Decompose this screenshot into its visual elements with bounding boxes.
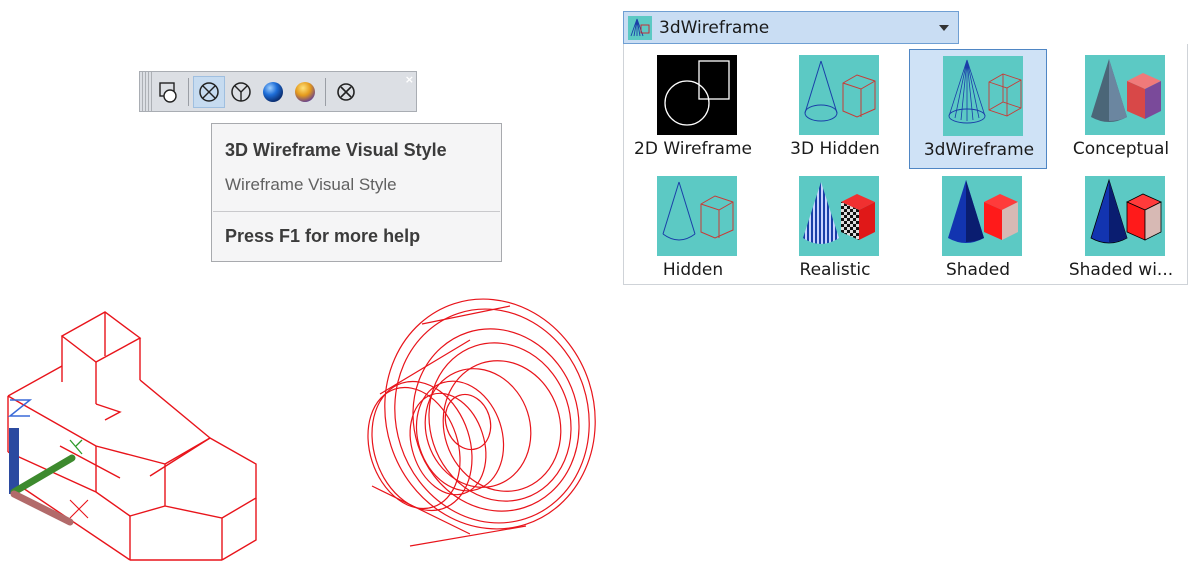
- tooltip-description: Wireframe Visual Style: [225, 175, 397, 194]
- visual-style-dropdown[interactable]: 3dWireframe: [623, 11, 959, 44]
- tooltip-help-text: Press F1 for more help: [225, 226, 421, 246]
- gallery-item-hidden[interactable]: Hidden: [624, 170, 762, 290]
- gallery-item-realistic[interactable]: Realistic: [766, 170, 904, 290]
- gallery-item-3d-hidden[interactable]: 3D Hidden: [766, 49, 904, 169]
- gallery-item-shaded[interactable]: Shaded: [909, 170, 1047, 290]
- 3dwireframe-thumbnail-icon: [943, 56, 1023, 136]
- dropdown-selected-value: 3dWireframe: [659, 18, 770, 38]
- toolbar-grip[interactable]: [142, 72, 152, 111]
- shaded-thumbnail-icon: [942, 176, 1022, 256]
- 3d-wireframe-button[interactable]: [193, 75, 225, 108]
- wireframe-block-drawing: [7, 311, 257, 561]
- gallery-item-label: 3D Hidden: [790, 139, 880, 159]
- 3d-wireframe-icon: [199, 81, 219, 102]
- gallery-item-label: Shaded: [945, 260, 1011, 280]
- gallery-item-2d-wireframe[interactable]: 2D Wireframe: [624, 49, 762, 169]
- realistic-sphere-icon: [263, 81, 283, 102]
- 3d-hidden-thumbnail-icon: [799, 55, 879, 135]
- shaded-with-edges-thumbnail-icon: [1085, 176, 1165, 256]
- gallery-item-label: 2D Wireframe: [634, 139, 752, 159]
- 2d-wireframe-icon: [159, 81, 177, 103]
- gallery-item-label: Conceptual: [1072, 139, 1170, 159]
- 3dwireframe-icon: [628, 16, 652, 40]
- toolbar-separator: [325, 77, 326, 106]
- conceptual-button[interactable]: [289, 76, 321, 108]
- realistic-button[interactable]: [257, 76, 289, 108]
- 3d-hidden-button[interactable]: [225, 76, 257, 108]
- conceptual-thumbnail-icon: [1085, 55, 1165, 135]
- conceptual-sphere-icon: [295, 81, 315, 102]
- tooltip: 3D Wireframe Visual Style Wireframe Visu…: [211, 123, 502, 262]
- tooltip-divider: [213, 211, 500, 212]
- gallery-item-shaded-with-edges[interactable]: Shaded wi...: [1052, 170, 1190, 290]
- hidden-thumbnail-icon: [657, 176, 737, 256]
- 2d-wireframe-button[interactable]: [152, 76, 184, 108]
- gallery-item-conceptual[interactable]: Conceptual: [1052, 49, 1190, 169]
- 2d-wireframe-thumbnail-icon: [657, 55, 737, 135]
- gallery-item-label: Shaded wi...: [1068, 260, 1174, 280]
- chevron-down-icon[interactable]: [939, 25, 949, 31]
- toolbar-separator: [188, 77, 189, 106]
- gallery-item-label: Realistic: [799, 260, 871, 280]
- gallery-item-label: 3dWireframe: [923, 140, 1035, 160]
- manage-visual-styles-button[interactable]: [330, 76, 362, 108]
- visual-style-gallery: 2D Wireframe 3D Hidden 3dWireframe Conce…: [623, 44, 1188, 285]
- wireframe-pulley-drawing: [367, 298, 596, 547]
- tooltip-title: 3D Wireframe Visual Style: [225, 140, 447, 160]
- gallery-item-3dwireframe[interactable]: 3dWireframe: [909, 49, 1047, 169]
- toolbar-close-icon[interactable]: ×: [405, 74, 414, 85]
- 3d-hidden-icon: [231, 81, 251, 102]
- visual-style-manager-icon: [337, 82, 355, 101]
- realistic-thumbnail-icon: [799, 176, 879, 256]
- visual-styles-toolbar: ×: [139, 71, 417, 112]
- gallery-item-label: Hidden: [662, 260, 724, 280]
